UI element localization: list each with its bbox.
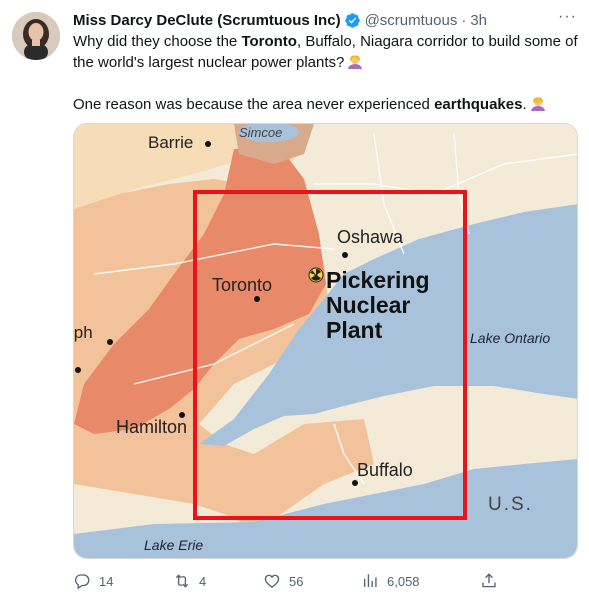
tweet-header: Miss Darcy DeClute (Scrumtuous Inc) @scr… [73, 8, 577, 30]
views-icon [364, 574, 377, 587]
text-span: . [522, 96, 527, 113]
reply-icon [74, 574, 90, 590]
views-count: 6,058 [387, 573, 420, 589]
label-barrie: Barrie [148, 133, 193, 152]
city-dot-oshawa [342, 252, 348, 258]
separator: · [461, 11, 467, 29]
text-span: One reason was because the area never ex… [73, 96, 435, 113]
city-dot-toronto [254, 296, 260, 302]
label-us: U.S. [488, 494, 533, 515]
share-button[interactable] [480, 566, 506, 596]
label-buffalo: Buffalo [357, 460, 413, 480]
like-count: 56 [289, 573, 304, 589]
author-name[interactable]: Miss Darcy DeClute (Scrumtuous Inc) [73, 12, 341, 29]
label-lake-erie: Lake Erie [144, 537, 203, 553]
like-icon [264, 574, 280, 588]
label-hamilton: Hamilton [116, 417, 187, 437]
verified-badge-icon [344, 12, 361, 29]
label-pickering-1: Pickering [326, 267, 430, 293]
label-toronto: Toronto [212, 275, 272, 295]
woman-facepalming-emoji-icon [530, 96, 546, 112]
views-button[interactable]: 6,058 [361, 566, 420, 596]
retweet-count: 4 [199, 573, 207, 589]
city-dot-barrie [205, 141, 211, 147]
map-svg: Barrie Simcoe Oshawa Toronto Pickering N… [74, 124, 577, 558]
city-dot-buffalo [352, 480, 358, 486]
tweet: Miss Darcy DeClute (Scrumtuous Inc) @scr… [0, 0, 589, 598]
reply-button[interactable]: 14 [73, 566, 113, 596]
timestamp[interactable]: 3h [470, 12, 487, 29]
label-simcoe: Simcoe [239, 125, 282, 140]
tweet-paragraph-1: Why did they choose the Toronto, Buffalo… [73, 31, 578, 73]
retweet-icon [175, 574, 189, 588]
share-icon [482, 573, 496, 588]
radiation-icon [308, 267, 324, 283]
city-dot-guelph [107, 339, 113, 345]
like-button[interactable]: 56 [263, 566, 303, 596]
label-guelph: lph [74, 323, 93, 342]
text-bold: earthquakes [434, 96, 523, 113]
reply-count: 14 [99, 573, 114, 589]
retweet-button[interactable]: 4 [173, 566, 206, 596]
action-bar: 14 4 56 6,058 [73, 566, 578, 596]
text-span: Why did they choose the [73, 33, 242, 50]
woman-shrugging-emoji-icon [347, 54, 363, 70]
tweet-paragraph-2: One reason was because the area never ex… [73, 94, 578, 115]
label-pickering-2: Nuclear [326, 292, 410, 318]
avatar[interactable] [12, 12, 60, 60]
tweet-text: Why did they choose the Toronto, Buffalo… [73, 31, 578, 115]
text-bold: Toronto [241, 33, 297, 50]
label-pickering-3: Plant [326, 317, 383, 343]
more-icon[interactable]: ··· [558, 8, 577, 26]
label-lake-ontario: Lake Ontario [470, 330, 550, 346]
map-image[interactable]: Barrie Simcoe Oshawa Toronto Pickering N… [73, 123, 578, 559]
label-oshawa: Oshawa [337, 227, 404, 247]
city-dot-kitchener [75, 367, 81, 373]
author-handle[interactable]: @scrumtuous [365, 12, 458, 29]
